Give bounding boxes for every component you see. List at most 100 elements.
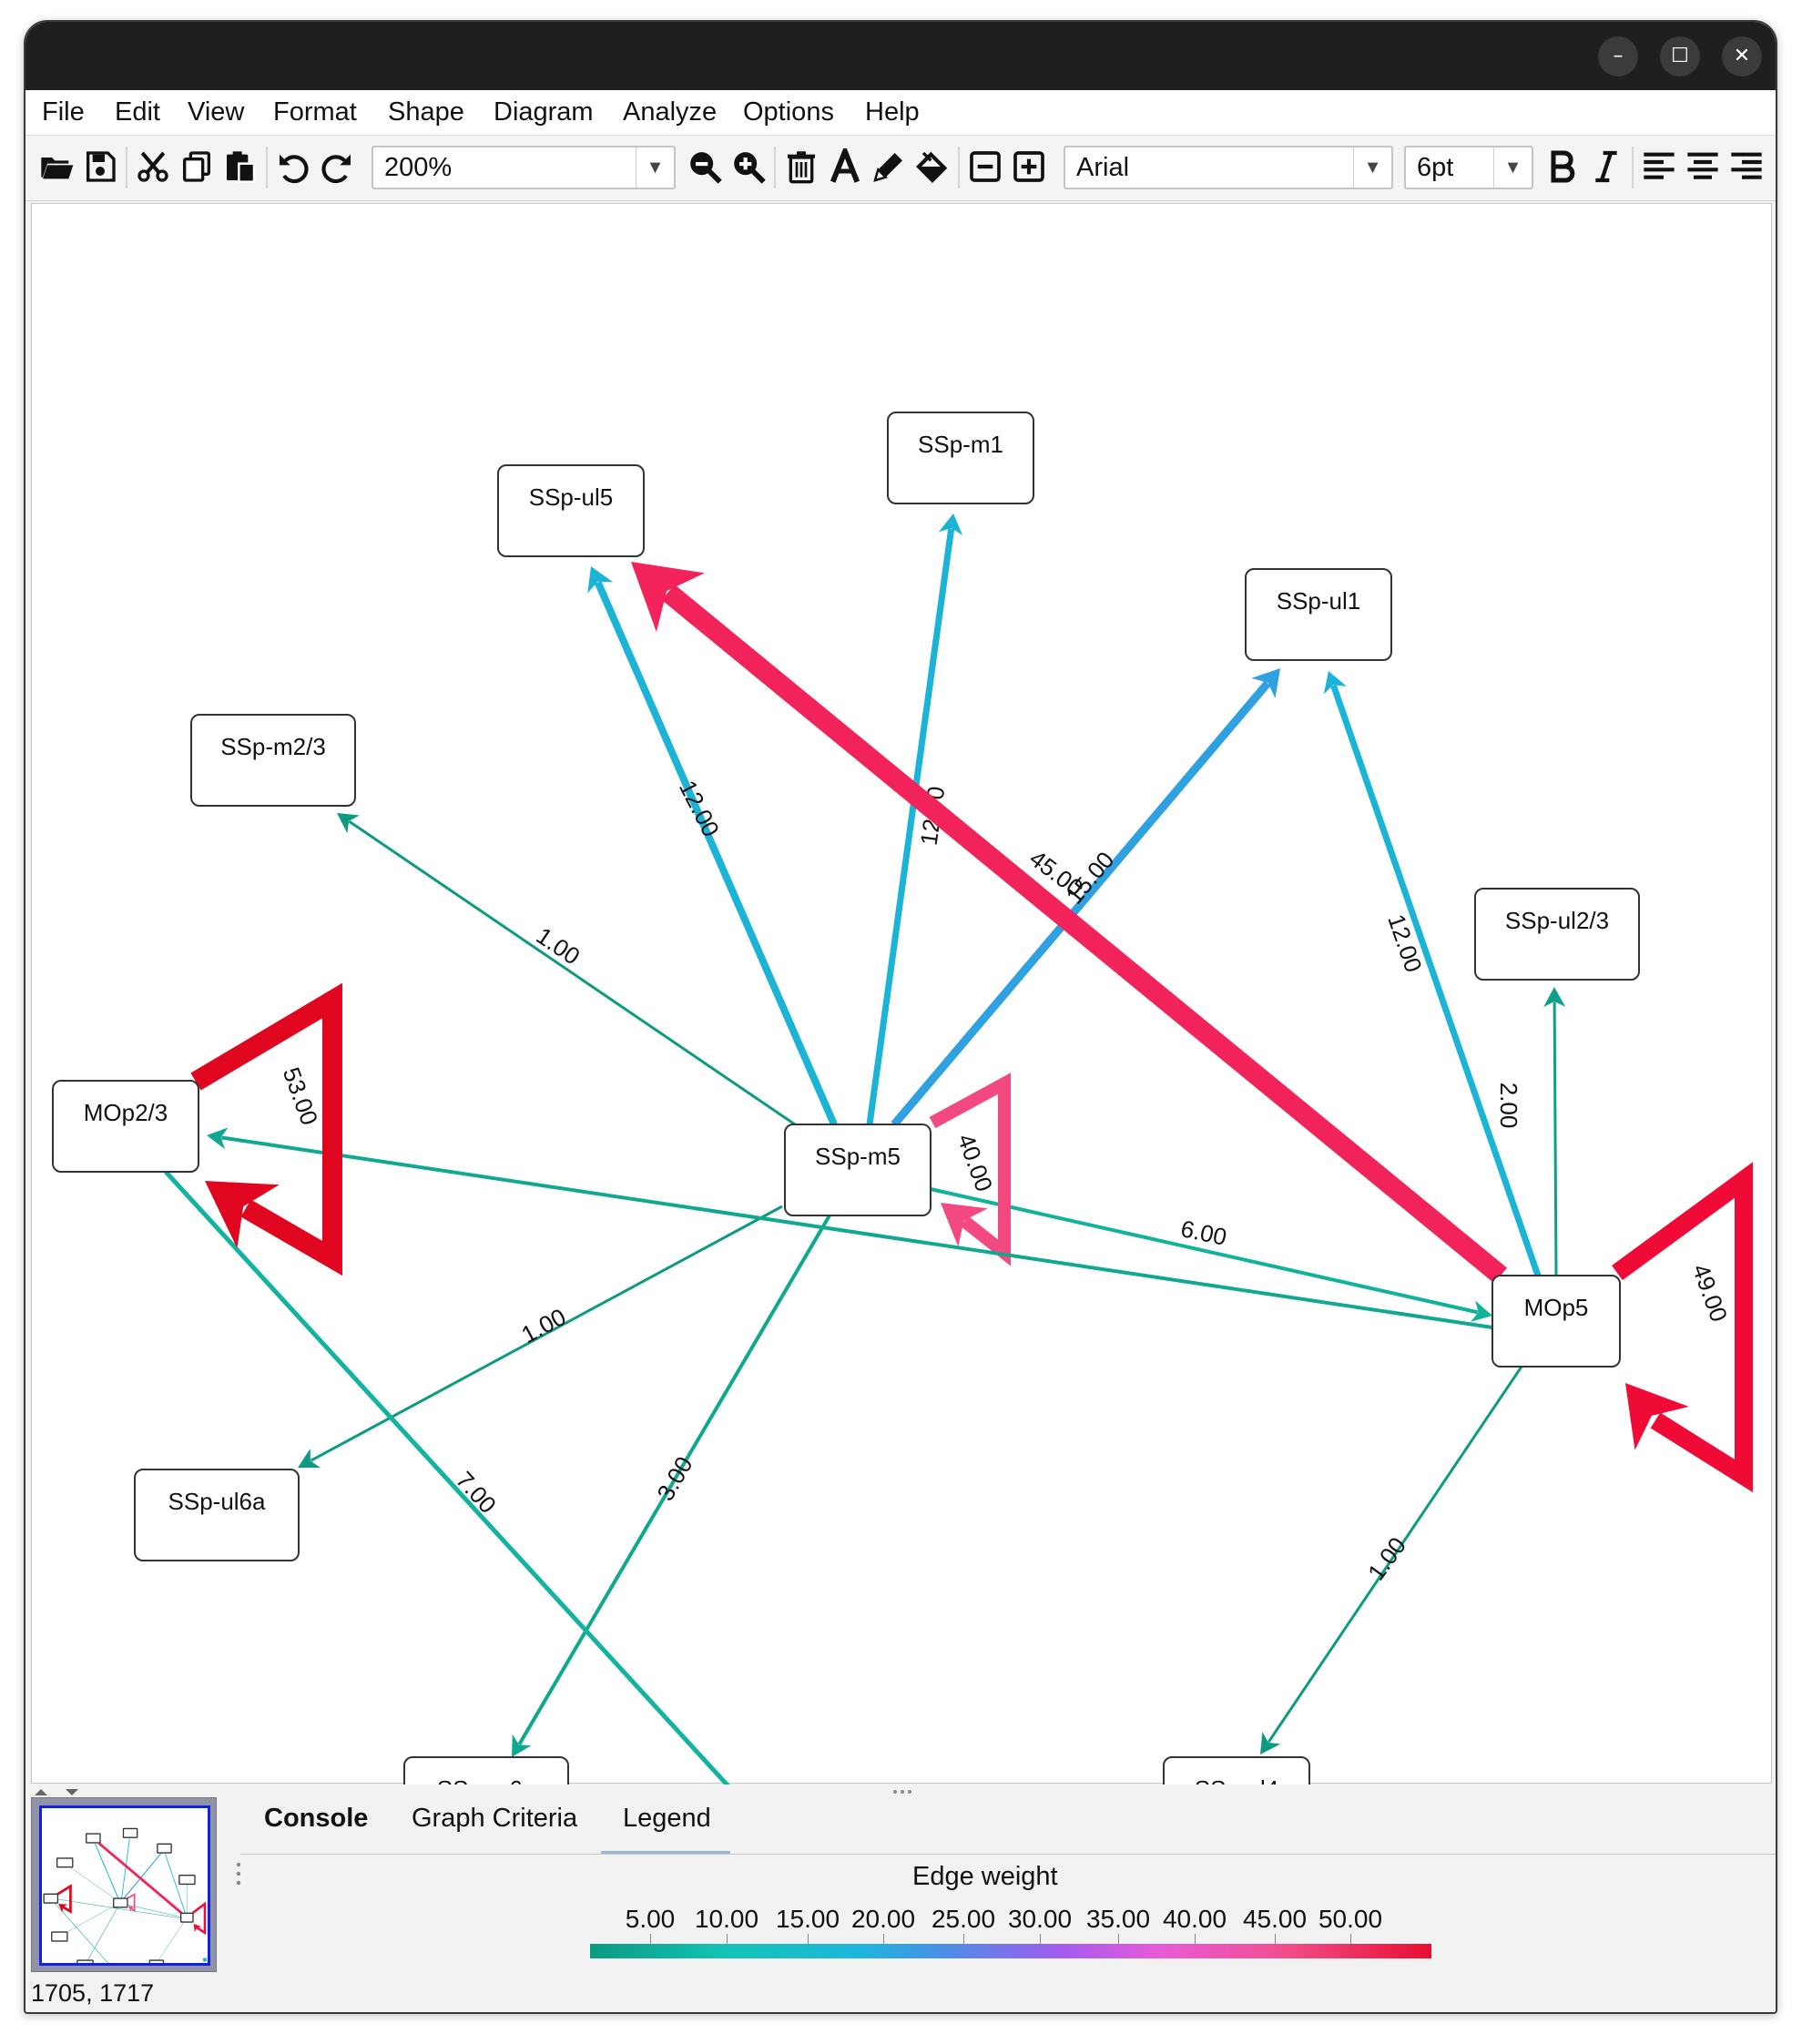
edge-mop5-to-mop5[interactable]: 49.00 [1612, 1162, 1753, 1493]
node-label: SSp-ul6a [168, 1488, 266, 1515]
edge-line [930, 1187, 1479, 1315]
chevron-down-icon[interactable]: ▼ [1493, 147, 1532, 188]
panel-resize-handle[interactable] [235, 1859, 242, 1896]
menu-options[interactable]: Options [743, 97, 834, 127]
node-ssp-ul2-3 [178, 1874, 196, 1886]
edge-mop5-to-ssp-ul5[interactable]: 45.00 [631, 562, 1507, 1284]
node-box [157, 1843, 172, 1854]
chevron-down-icon[interactable]: ▼ [636, 147, 674, 188]
node-ssp-ul1[interactable]: SSp-ul1 [1245, 568, 1392, 661]
fill-icon[interactable] [914, 148, 951, 185]
tab-legend[interactable]: Legend [623, 1804, 711, 1834]
edge-ssp-m5-to-ssp-ul5[interactable]: 12.00 [587, 566, 838, 1126]
overview-resize-handle[interactable] [203, 1958, 207, 1962]
overview-panel[interactable] [31, 1797, 217, 1980]
legend-tick-label: 25.00 [931, 1905, 996, 1933]
tab-console[interactable]: Console [264, 1804, 368, 1834]
node-mop2-3[interactable]: MOp2/3 [52, 1080, 199, 1173]
zoom-combo[interactable]: 200% ▼ [372, 146, 676, 189]
edge-line [1553, 1002, 1558, 1276]
edge-weight-label: 7.00 [451, 1466, 502, 1519]
tab-graph-criteria[interactable]: Graph Criteria [412, 1804, 577, 1834]
redo-icon[interactable] [319, 148, 355, 185]
node-ssp-m6a [76, 1959, 94, 1970]
node-ssp-m2-3[interactable]: SSp-m2/3 [190, 714, 356, 807]
overview-viewport[interactable] [39, 1805, 210, 1980]
zoom-value: 200% [384, 153, 453, 182]
align-right-icon[interactable] [1728, 148, 1765, 185]
align-left-icon[interactable] [1641, 148, 1677, 185]
menu-analyze[interactable]: Analyze [623, 97, 717, 127]
save-icon[interactable] [82, 148, 118, 185]
edge-mop2-3-to-mop2-3[interactable]: 53.00 [190, 982, 342, 1276]
node-box [134, 1469, 300, 1561]
node-ssp-m1 [122, 1827, 138, 1838]
edge-mop5-to-ssp-ul2-3[interactable]: 2.00 [1495, 987, 1566, 1276]
menu-file[interactable]: File [42, 97, 85, 127]
edge-ssp-m5-to-ssp-m2-3[interactable]: 1.00 [337, 813, 796, 1126]
edge-ssp-m5-to-ssp-ul6a[interactable]: 1.00 [298, 1205, 783, 1469]
edge-mop5-to-ssp-ul4[interactable]: 1.00 [1260, 1366, 1523, 1754]
node-ssp-m6a[interactable]: SSp-m6a [403, 1756, 569, 1849]
menu-edit[interactable]: Edit [115, 97, 160, 127]
expand-icon[interactable] [1011, 148, 1047, 185]
menu-shape[interactable]: Shape [388, 97, 464, 127]
node-ssp-m1[interactable]: SSp-m1 [887, 412, 1034, 504]
legend-tick-label: 10.00 [694, 1905, 759, 1933]
node-label: SSp-m5 [815, 1143, 901, 1170]
node-ssp-ul6a[interactable]: SSp-ul6a [134, 1469, 300, 1561]
bold-icon[interactable] [1544, 148, 1581, 185]
font-combo[interactable]: Arial ▼ [1064, 146, 1393, 189]
node-box [497, 464, 645, 557]
cut-icon[interactable] [135, 148, 171, 185]
edge-weight-gradient [590, 1944, 1431, 1958]
edge-line [97, 1842, 183, 1915]
legend-title: Edge weight [912, 1862, 1058, 1891]
graph-svg: 12.0012.0015.001.001.003.006.0040.0045.0… [52, 412, 1753, 1955]
italic-icon[interactable] [1588, 148, 1624, 185]
size-combo[interactable]: 6pt ▼ [1404, 146, 1533, 189]
edge-weight-label: 2.00 [1495, 1083, 1522, 1129]
node-label: SSp-ul1 [1277, 587, 1361, 615]
edge-ssp-m5-to-ssp-m6a[interactable]: 3.00 [512, 1214, 831, 1757]
close-button[interactable]: ✕ [1722, 36, 1762, 76]
menu-view[interactable]: View [188, 97, 244, 127]
diagram-canvas[interactable]: 12.0012.0015.001.001.003.006.0040.0045.0… [31, 203, 1772, 1955]
node-label: SSp-ul5 [529, 483, 614, 511]
menu-format[interactable]: Format [273, 97, 357, 127]
align-center-icon[interactable] [1685, 148, 1721, 185]
pencil-icon[interactable] [870, 148, 907, 185]
edge-ssp-m5-to-ssp-m2-3 [70, 1867, 115, 1899]
edge-line [87, 1907, 118, 1961]
edge-weight-label: 12.00 [674, 776, 725, 841]
edge-line [190, 982, 342, 1276]
panel-splitter[interactable] [25, 1785, 1776, 1799]
node-ssp-ul4[interactable]: SSp-ul4 [1163, 1756, 1310, 1849]
overview-minimap [43, 1827, 207, 1980]
node-mop5[interactable]: MOp5 [1491, 1275, 1621, 1368]
delete-icon[interactable] [783, 148, 820, 185]
paste-icon[interactable] [222, 148, 259, 185]
node-box [784, 1124, 932, 1216]
node-ssp-ul1 [157, 1843, 172, 1854]
zoom-in-icon[interactable] [730, 148, 767, 185]
collapse-icon[interactable] [967, 148, 1003, 185]
node-ssp-ul2-3[interactable]: SSp-ul2/3 [1474, 888, 1640, 981]
node-ssp-m5[interactable]: SSp-m5 [784, 1124, 932, 1216]
edge-ssp-m5-to-ssp-m5[interactable]: 40.00 [929, 1073, 1011, 1266]
menu-diagram[interactable]: Diagram [494, 97, 594, 127]
text-icon[interactable] [827, 144, 863, 185]
node-box [1491, 1275, 1621, 1368]
open-icon[interactable] [38, 148, 75, 185]
menu-help[interactable]: Help [865, 97, 920, 127]
arrowhead [337, 813, 360, 834]
minimize-button[interactable]: – [1598, 36, 1638, 76]
zoom-out-icon[interactable] [687, 148, 723, 185]
chevron-down-icon[interactable]: ▼ [1353, 147, 1391, 188]
maximize-button[interactable]: ☐ [1660, 36, 1700, 76]
node-ssp-ul5[interactable]: SSp-ul5 [497, 464, 645, 557]
app-window: – ☐ ✕ File Edit View Format Shape Diagra… [24, 20, 1777, 2014]
copy-icon[interactable] [178, 148, 215, 185]
node-box [56, 1857, 74, 1868]
undo-icon[interactable] [275, 148, 311, 185]
